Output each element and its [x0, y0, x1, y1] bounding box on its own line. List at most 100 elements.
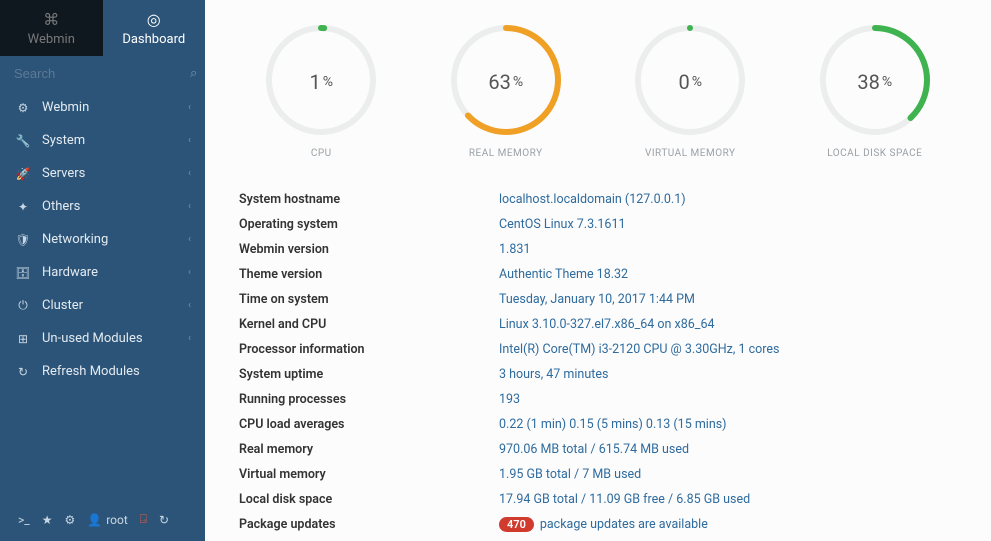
- nav-item-system[interactable]: 🔧 System‹: [0, 124, 205, 157]
- info-row: CPU load averages0.22 (1 min) 0.15 (5 mi…: [229, 412, 967, 437]
- info-value: 193: [489, 387, 967, 412]
- chevron-left-icon: ‹: [188, 168, 191, 179]
- nav-item-hardware[interactable]: 🗄Hardware‹: [0, 256, 205, 289]
- gauge-value: 0%: [630, 20, 750, 144]
- nav-item-refresh-modules[interactable]: ↻ Refresh Modules: [0, 355, 205, 388]
- sidebar-tabs: ⌘ Webmin ◎ Dashboard: [0, 0, 205, 56]
- gauge-circle: 0%: [630, 20, 750, 144]
- gauge-cpu: 1%CPU: [241, 20, 401, 159]
- chevron-left-icon: ‹: [188, 333, 191, 344]
- nav-item-others[interactable]: ✦Others‹: [0, 190, 205, 223]
- info-row: Operating systemCentOS Linux 7.3.1611: [229, 212, 967, 237]
- webmin-icon: ⌘: [43, 10, 59, 29]
- info-value: Linux 3.10.0-327.el7.x86_64 on x86_64: [489, 312, 967, 337]
- search-input[interactable]: [14, 66, 190, 81]
- gauge-circle: 38%: [815, 20, 935, 144]
- info-row: Processor informationIntel(R) Core(TM) i…: [229, 337, 967, 362]
- info-value: Intel(R) Core(TM) i3-2120 CPU @ 3.30GHz,…: [489, 337, 967, 362]
- info-row: Webmin version1.831: [229, 237, 967, 262]
- gauge-circle: 1%: [261, 20, 381, 144]
- nav-icon: 🛡: [14, 233, 32, 247]
- gauge-value: 38%: [815, 20, 935, 144]
- gauge-value: 1%: [261, 20, 381, 144]
- user-chip[interactable]: 👤 root: [87, 513, 128, 527]
- info-key: System uptime: [229, 362, 489, 387]
- info-row: Time on systemTuesday, January 10, 2017 …: [229, 287, 967, 312]
- info-row: System hostnamelocalhost.localdomain (12…: [229, 187, 967, 212]
- chevron-left-icon: ‹: [188, 267, 191, 278]
- info-row: Virtual memory1.95 GB total / 7 MB used: [229, 462, 967, 487]
- info-key: Package updates: [229, 512, 489, 537]
- info-key: CPU load averages: [229, 412, 489, 437]
- nav-label: Refresh Modules: [42, 364, 191, 379]
- info-value: 3 hours, 47 minutes: [489, 362, 967, 387]
- nav-item-webmin[interactable]: ⚙Webmin‹: [0, 91, 205, 124]
- nav-icon: ⏻: [14, 298, 32, 313]
- logout-icon[interactable]: ⍈: [140, 512, 147, 527]
- nav-label: System: [42, 133, 188, 148]
- nav-icon: ⊞: [14, 332, 32, 346]
- nav-icon: ↻: [14, 365, 32, 379]
- info-value: Tuesday, January 10, 2017 1:44 PM: [489, 287, 967, 312]
- star-icon[interactable]: ★: [42, 513, 53, 527]
- nav-icon: 🔧: [14, 134, 32, 148]
- info-value: 1.831: [489, 237, 967, 262]
- nav-label: Webmin: [42, 100, 188, 115]
- nav-icon: ⚙: [14, 101, 32, 115]
- search-row: ⌕: [0, 56, 205, 91]
- gauge-label: VIRTUAL MEMORY: [645, 148, 736, 159]
- nav-item-servers[interactable]: 🚀Servers‹: [0, 157, 205, 190]
- info-key: System hostname: [229, 187, 489, 212]
- refresh-icon[interactable]: ↻: [159, 513, 169, 527]
- tab-webmin-label: Webmin: [28, 32, 75, 47]
- nav-label: Servers: [42, 166, 188, 181]
- gauge-virtual-memory: 0% VIRTUAL MEMORY: [610, 20, 770, 159]
- info-row: Kernel and CPULinux 3.10.0-327.el7.x86_6…: [229, 312, 967, 337]
- settings-icon[interactable]: ⚙: [64, 513, 75, 527]
- tab-webmin[interactable]: ⌘ Webmin: [0, 0, 103, 56]
- info-row: System uptime3 hours, 47 minutes: [229, 362, 967, 387]
- chevron-left-icon: ‹: [188, 234, 191, 245]
- updates-badge: 470: [499, 517, 534, 532]
- info-value[interactable]: 470package updates are available: [489, 512, 967, 537]
- gauge-real-memory: 63% REAL MEMORY: [426, 20, 586, 159]
- dashboard-icon: ◎: [147, 10, 161, 29]
- info-value: 970.06 MB total / 615.74 MB used: [489, 437, 967, 462]
- system-info-table: System hostnamelocalhost.localdomain (12…: [229, 187, 967, 537]
- gauges-row: 1%CPU63%REAL MEMORY0%VIRTUAL MEMORY38%LO…: [229, 20, 967, 159]
- gauge-label: REAL MEMORY: [469, 148, 543, 159]
- nav-label: Un-used Modules: [42, 331, 188, 346]
- tab-dashboard[interactable]: ◎ Dashboard: [103, 0, 206, 56]
- nav-label: Networking: [42, 232, 188, 247]
- info-key: Processor information: [229, 337, 489, 362]
- user-name: root: [106, 513, 128, 527]
- search-icon[interactable]: ⌕: [190, 66, 197, 81]
- nav-item-un-used-modules[interactable]: ⊞ Un-used Modules‹: [0, 322, 205, 355]
- main: 1%CPU63%REAL MEMORY0%VIRTUAL MEMORY38%LO…: [205, 0, 991, 541]
- info-key: Webmin version: [229, 237, 489, 262]
- info-row-updates: Package updates470package updates are av…: [229, 512, 967, 537]
- info-row: Local disk space17.94 GB total / 11.09 G…: [229, 487, 967, 512]
- sidebar: ⌘ Webmin ◎ Dashboard ⌕ ⚙Webmin‹🔧System‹🚀…: [0, 0, 205, 541]
- gauge-circle: 63%: [446, 20, 566, 144]
- info-row: Running processes193: [229, 387, 967, 412]
- terminal-icon[interactable]: >_: [18, 513, 30, 527]
- info-value: 1.95 GB total / 7 MB used: [489, 462, 967, 487]
- info-key: Virtual memory: [229, 462, 489, 487]
- info-value: 0.22 (1 min) 0.15 (5 mins) 0.13 (15 mins…: [489, 412, 967, 437]
- tab-dashboard-label: Dashboard: [122, 32, 185, 47]
- info-key: Running processes: [229, 387, 489, 412]
- bottom-bar: >_ ★ ⚙ 👤 root ⍈ ↻: [0, 498, 205, 541]
- info-row: Real memory970.06 MB total / 615.74 MB u…: [229, 437, 967, 462]
- info-key: Theme version: [229, 262, 489, 287]
- info-value: CentOS Linux 7.3.1611: [489, 212, 967, 237]
- nav-label: Cluster: [42, 298, 188, 313]
- nav-label: Hardware: [42, 265, 188, 280]
- info-key: Real memory: [229, 437, 489, 462]
- chevron-left-icon: ‹: [188, 300, 191, 311]
- chevron-left-icon: ‹: [188, 135, 191, 146]
- nav-item-networking[interactable]: 🛡 Networking‹: [0, 223, 205, 256]
- nav-item-cluster[interactable]: ⏻ Cluster‹: [0, 289, 205, 322]
- nav: ⚙Webmin‹🔧System‹🚀Servers‹✦Others‹🛡Networ…: [0, 91, 205, 388]
- nav-icon: ✦: [14, 200, 32, 214]
